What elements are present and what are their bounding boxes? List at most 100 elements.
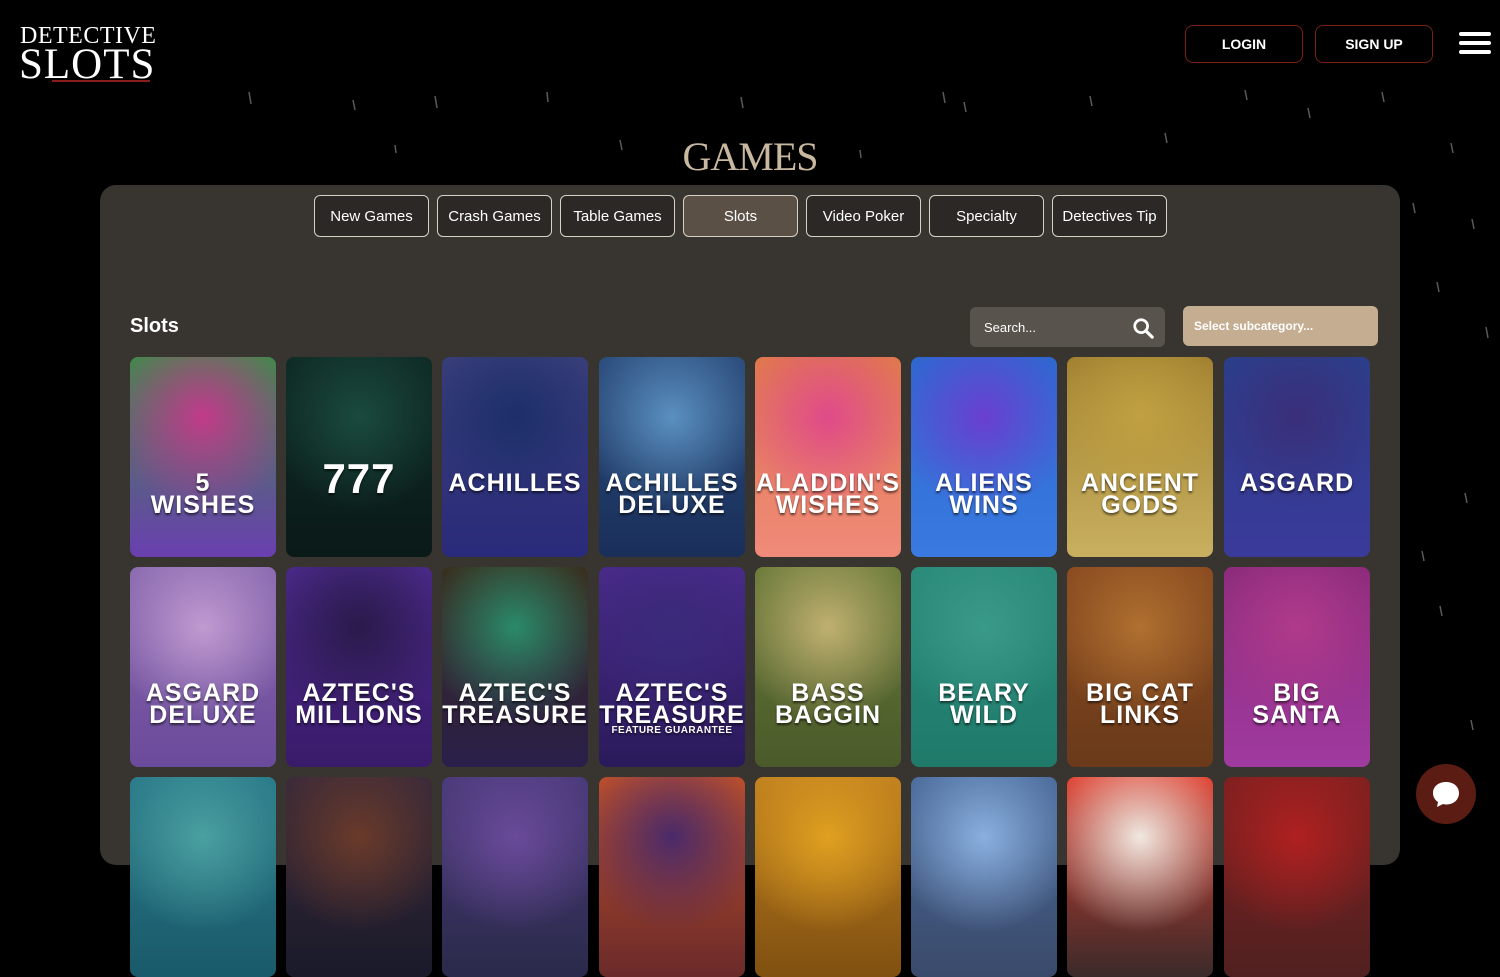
game-tile[interactable]: BIG SANTA <box>1224 567 1370 767</box>
tab-new-games[interactable]: New Games <box>314 195 429 237</box>
game-title-line2: SANTA <box>1252 701 1342 729</box>
game-tile[interactable]: BEARY WILD <box>911 567 1057 767</box>
game-artwork <box>911 567 1057 767</box>
game-tile[interactable]: BIG CAT LINKS <box>1067 567 1213 767</box>
game-title: BEARY WILD <box>911 681 1057 729</box>
game-title: AZTEC'S TREASURE <box>442 681 588 729</box>
chat-bubble-icon <box>1433 782 1459 807</box>
game-title: ASGARD <box>1224 469 1370 497</box>
game-artwork <box>599 777 745 977</box>
game-title-line2: BAGGIN <box>775 701 881 729</box>
games-panel: New Games Crash Games Table Games Slots Vide… <box>100 185 1400 977</box>
game-tile[interactable] <box>130 777 276 977</box>
game-title-line2: WISHES <box>775 491 881 519</box>
search-icon[interactable] <box>1132 317 1154 339</box>
hamburger-icon[interactable] <box>1459 32 1491 56</box>
logo-underline <box>52 80 150 82</box>
game-artwork <box>1067 357 1213 557</box>
game-title: ANCIENT GODS <box>1067 471 1213 519</box>
game-title-line2: MILLIONS <box>295 701 423 729</box>
game-artwork <box>755 777 901 977</box>
tab-detectives-tip[interactable]: Detectives Tip <box>1052 195 1167 237</box>
game-artwork <box>1067 777 1213 977</box>
game-title-sub: FEATURE GUARANTEE <box>611 725 733 736</box>
game-tile[interactable] <box>911 777 1057 977</box>
game-artwork <box>1224 567 1370 767</box>
game-title-line2: LINKS <box>1100 701 1180 729</box>
tab-video-poker[interactable]: Video Poker <box>806 195 921 237</box>
game-artwork <box>599 357 745 557</box>
game-artwork <box>130 567 276 767</box>
game-tile[interactable] <box>1224 777 1370 977</box>
subcategory-select[interactable]: Select subcategory... <box>1183 306 1378 346</box>
game-tile[interactable]: ANCIENT GODS <box>1067 357 1213 557</box>
game-title: BASS BAGGIN <box>755 681 901 729</box>
game-tile[interactable] <box>599 777 745 977</box>
chat-button[interactable] <box>1416 764 1476 824</box>
game-artwork <box>286 567 432 767</box>
game-artwork <box>755 567 901 767</box>
tab-slots[interactable]: Slots <box>683 195 798 237</box>
game-tile[interactable]: AZTEC'S TREASURE FEATURE GUARANTEE <box>599 567 745 767</box>
game-tile[interactable]: ASGARD DELUXE <box>130 567 276 767</box>
game-tile[interactable] <box>1067 777 1213 977</box>
game-title-line1: ASGARD <box>1239 469 1355 497</box>
game-tile[interactable]: ACHILLES DELUXE <box>599 357 745 557</box>
game-tile[interactable]: 777 <box>286 357 432 557</box>
game-title: AZTEC'S TREASURE FEATURE GUARANTEE <box>599 681 745 736</box>
game-title-line2: WILD <box>950 701 1018 729</box>
brand-logo[interactable]: DETECTIVE SLOTS <box>19 24 156 94</box>
game-tile[interactable] <box>286 777 432 977</box>
game-title-line2: TREASURE <box>442 701 588 729</box>
game-tile[interactable]: ASGARD <box>1224 357 1370 557</box>
signup-button[interactable]: SIGN UP <box>1315 25 1433 63</box>
game-title: BIG CAT LINKS <box>1067 681 1213 729</box>
tab-crash-games[interactable]: Crash Games <box>437 195 552 237</box>
game-title-line2: DELUXE <box>149 701 257 729</box>
game-artwork <box>1224 777 1370 977</box>
game-title: AZTEC'S MILLIONS <box>286 681 432 729</box>
game-artwork <box>1224 357 1370 557</box>
game-artwork <box>1067 567 1213 767</box>
game-artwork <box>442 567 588 767</box>
game-artwork <box>130 357 276 557</box>
game-tile[interactable]: ALADDIN'S WISHES <box>755 357 901 557</box>
game-title-line1: ACHILLES <box>448 469 582 497</box>
login-button[interactable]: LOGIN <box>1185 25 1303 63</box>
game-tile[interactable] <box>755 777 901 977</box>
game-tile[interactable]: 5 WISHES <box>130 357 276 557</box>
game-tile[interactable]: ACHILLES <box>442 357 588 557</box>
tab-specialty[interactable]: Specialty <box>929 195 1044 237</box>
game-artwork <box>755 357 901 557</box>
game-title: ACHILLES DELUXE <box>599 471 745 519</box>
search-box[interactable] <box>970 307 1165 347</box>
game-title-line2: DELUXE <box>618 491 726 519</box>
search-input[interactable] <box>970 307 1125 347</box>
game-title: ACHILLES <box>442 469 588 497</box>
game-tile[interactable]: BASS BAGGIN <box>755 567 901 767</box>
game-title: 777 <box>286 457 432 501</box>
game-title-line1: 777 <box>322 455 396 502</box>
game-artwork <box>286 777 432 977</box>
page-title: GAMES <box>682 134 818 179</box>
game-artwork <box>442 777 588 977</box>
game-title-line2: WISHES <box>150 491 256 519</box>
game-tile[interactable] <box>442 777 588 977</box>
game-tile[interactable]: AZTEC'S MILLIONS <box>286 567 432 767</box>
game-tile[interactable]: AZTEC'S TREASURE <box>442 567 588 767</box>
game-artwork <box>911 357 1057 557</box>
game-artwork <box>599 567 745 767</box>
game-artwork <box>911 777 1057 977</box>
game-title-line2: TREASURE <box>599 701 745 729</box>
game-title: BIG SANTA <box>1224 681 1370 729</box>
game-tile[interactable]: ALIENS WINS <box>911 357 1057 557</box>
game-title-line2: GODS <box>1101 491 1179 519</box>
game-title: ALIENS WINS <box>911 471 1057 518</box>
game-artwork <box>130 777 276 977</box>
game-title: ASGARD DELUXE <box>130 681 276 729</box>
game-title: ALADDIN'S WISHES <box>755 471 901 519</box>
game-artwork <box>442 357 588 557</box>
section-title: Slots <box>130 315 179 337</box>
game-title: 5 WISHES <box>130 471 276 519</box>
tab-table-games[interactable]: Table Games <box>560 195 675 237</box>
